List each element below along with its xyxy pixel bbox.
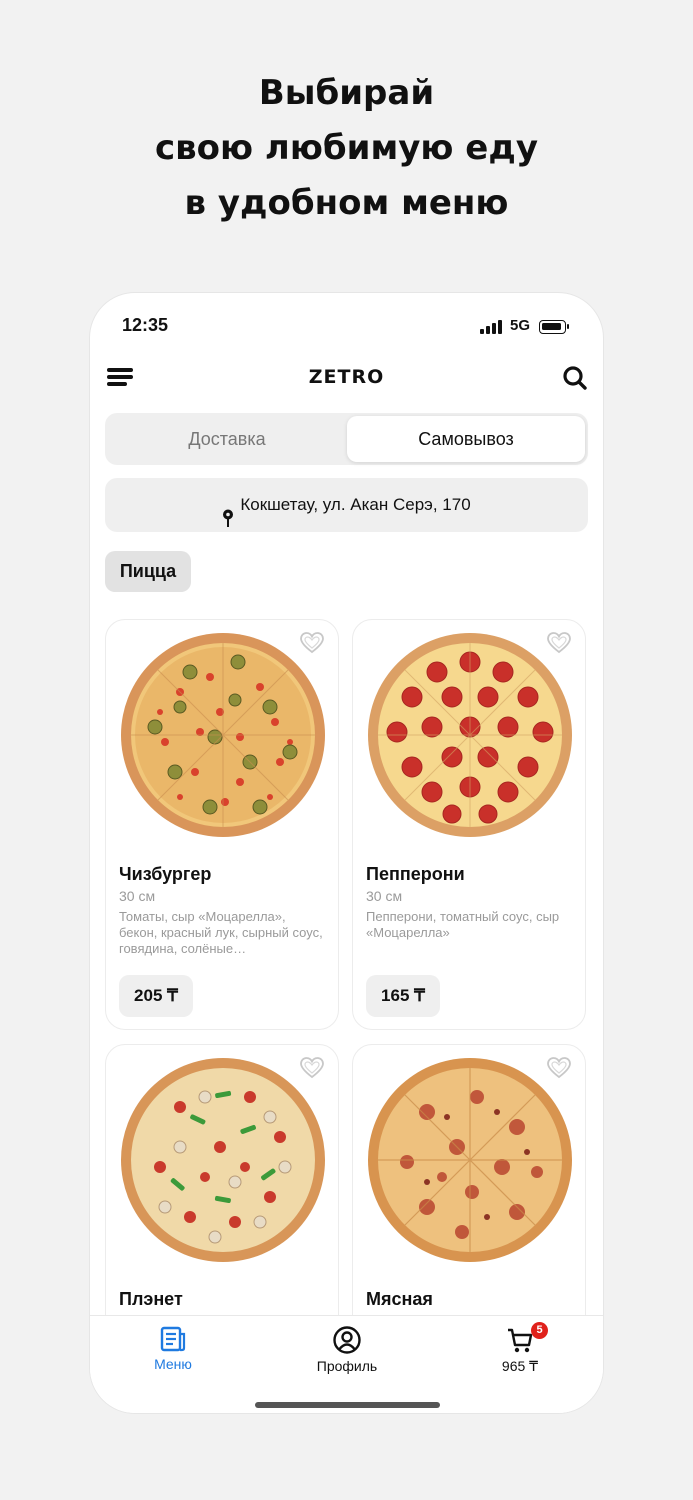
product-card[interactable]: Пепперони 30 см Пепперони, томатный соус… — [352, 619, 586, 1030]
delivery-mode-toggle: Доставка Самовывоз — [105, 413, 588, 465]
address-selector[interactable]: Кокшетау, ул. Акан Серэ, 170 — [105, 478, 588, 532]
price-button[interactable]: 165 ₸ — [366, 975, 440, 1017]
tab-delivery[interactable]: Доставка — [108, 416, 346, 462]
product-name: Плэнет — [119, 1289, 183, 1309]
pizza-meat-image — [368, 1058, 572, 1262]
pizza-pepperoni-image — [368, 633, 572, 837]
network-label: 5G — [510, 317, 531, 334]
cart-total-label: 965 ₸ — [501, 1358, 539, 1374]
tab-profile-label: Профиль — [316, 1358, 378, 1374]
product-description: Томаты, сыр «Моцарелла», бекон, красный … — [119, 909, 323, 956]
product-name: Пепперони — [366, 864, 465, 884]
favorite-heart-icon[interactable] — [300, 632, 324, 654]
tab-menu[interactable]: Меню — [113, 1326, 233, 1372]
battery-icon — [539, 320, 569, 334]
product-name: Мясная — [366, 1289, 433, 1309]
favorite-heart-icon[interactable] — [547, 1057, 571, 1079]
phone-frame: 12:35 5G ZETRO Доставка Самовывоз Кокшет… — [89, 292, 604, 1414]
address-text: Кокшетау, ул. Акан Серэ, 170 — [240, 495, 471, 514]
signal-icon — [480, 319, 504, 334]
category-chip-pizza[interactable]: Пицца — [105, 551, 191, 592]
cart-icon — [508, 1328, 533, 1353]
pizza-planet-image — [121, 1058, 325, 1262]
product-size: 30 см — [366, 888, 403, 904]
tab-cart[interactable]: 5 965 ₸ — [460, 1322, 580, 1375]
menu-doc-icon — [160, 1326, 186, 1352]
bottom-tab-bar: Меню Профиль 5 965 ₸ — [90, 1315, 603, 1413]
product-name: Чизбургер — [119, 864, 212, 884]
favorite-heart-icon[interactable] — [547, 632, 571, 654]
search-icon[interactable] — [562, 365, 588, 391]
tab-menu-label: Меню — [154, 1356, 192, 1372]
product-description: Пепперони, томатный соус, сыр «Моцарелла… — [366, 909, 560, 940]
cart-count-badge: 5 — [531, 1322, 548, 1339]
favorite-heart-icon[interactable] — [300, 1057, 324, 1079]
headline-line-2: свою любимую еду — [155, 128, 538, 168]
product-card[interactable]: Плэнет — [105, 1044, 339, 1344]
brand-logo: ZETRO — [308, 366, 385, 388]
profile-icon — [333, 1326, 361, 1354]
app-header: ZETRO — [90, 363, 603, 393]
status-time: 12:35 — [122, 315, 169, 335]
tab-profile[interactable]: Профиль — [287, 1326, 407, 1374]
location-pin-icon — [222, 495, 234, 527]
home-indicator — [255, 1402, 440, 1408]
product-card[interactable]: Чизбургер 30 см Томаты, сыр «Моцарелла»,… — [105, 619, 339, 1030]
headline-line-1: Выбирай — [258, 73, 435, 113]
product-size: 30 см — [119, 888, 156, 904]
tab-pickup[interactable]: Самовывоз — [347, 416, 585, 462]
product-card[interactable]: Мясная — [352, 1044, 586, 1344]
price-button[interactable]: 205 ₸ — [119, 975, 193, 1017]
status-bar: 12:35 5G — [90, 315, 603, 339]
headline-line-3: в удобном меню — [184, 183, 509, 223]
promo-headline: Выбирай свою любимую еду в удобном меню — [0, 66, 693, 231]
pizza-cheeseburger-image — [121, 633, 325, 837]
